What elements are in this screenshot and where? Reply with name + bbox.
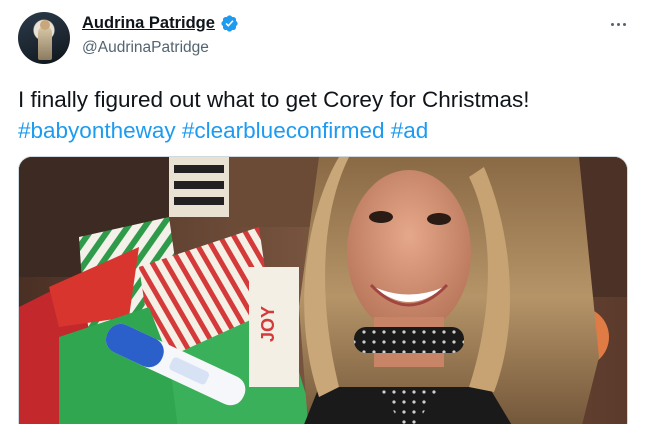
- avatar-figure: [38, 26, 52, 60]
- verified-badge-icon: [220, 14, 239, 33]
- tweet-card[interactable]: Audrina Patridge @AudrinaPatridge I fina…: [0, 0, 650, 424]
- more-dot: [610, 22, 614, 26]
- photo-image: JOY: [19, 157, 627, 424]
- author-display-name[interactable]: Audrina Patridge: [82, 14, 215, 33]
- author-handle[interactable]: @AudrinaPatridge: [82, 39, 209, 57]
- tweet-text-line: I finally figured out what to get Corey …: [18, 87, 530, 112]
- avatar[interactable]: [18, 12, 70, 64]
- author-name-row: Audrina Patridge: [82, 14, 239, 33]
- more-dot: [622, 22, 626, 26]
- more-dot: [616, 22, 620, 26]
- svg-text:JOY: JOY: [258, 306, 278, 342]
- hashtag-line: #babyontheway #clearblueconfirmed #ad: [18, 115, 638, 146]
- avatar-head: [40, 20, 50, 30]
- tweet-photo[interactable]: JOY: [18, 156, 628, 424]
- more-options-icon[interactable]: [604, 14, 632, 34]
- hashtag-link[interactable]: #ad: [391, 118, 429, 143]
- tweet-text: I finally figured out what to get Corey …: [18, 84, 638, 146]
- hashtag-link[interactable]: #clearblueconfirmed: [182, 118, 385, 143]
- hashtag-link[interactable]: #babyontheway: [18, 118, 176, 143]
